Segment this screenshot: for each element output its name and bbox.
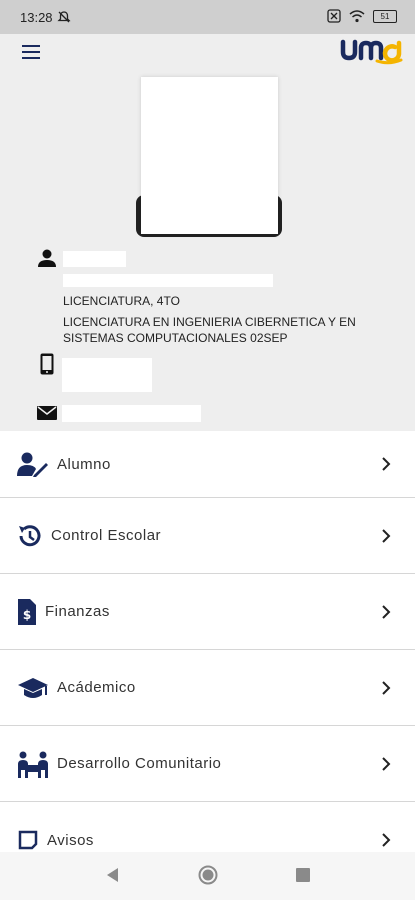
svg-text:$: $ (23, 608, 31, 622)
profile-photo[interactable] (141, 77, 278, 234)
chevron-right-icon (382, 833, 391, 847)
close-box-icon (327, 9, 341, 23)
phone-redacted (62, 358, 152, 392)
menu-label: Acádemico (57, 679, 136, 696)
menu-item-academico[interactable]: Acádemico (0, 650, 415, 726)
menu-item-control-escolar[interactable]: Control Escolar (0, 498, 415, 574)
battery-icon: 51 (373, 9, 397, 23)
student-icon (17, 450, 49, 478)
back-icon[interactable] (104, 866, 120, 884)
wifi-icon (349, 9, 365, 22)
student-id-redacted (63, 274, 273, 287)
status-bar: 13:28 51 (0, 0, 415, 34)
battery-level: 51 (380, 11, 390, 21)
chevron-right-icon (382, 680, 391, 695)
menu-label: Avisos (47, 831, 94, 849)
menu-label: Alumno (57, 455, 111, 473)
history-icon (17, 522, 43, 550)
person-icon (38, 249, 56, 267)
menu-label: Finanzas (45, 603, 110, 620)
menu-item-finanzas[interactable]: $ Finanzas (0, 574, 415, 650)
career-line-1: LICENCIATURA EN INGENIERIA CIBERNETICA Y… (63, 315, 356, 329)
menu-item-alumno[interactable]: Alumno (0, 431, 415, 498)
chevron-right-icon (382, 457, 391, 471)
menu-label: Desarrollo Comunitario (57, 755, 222, 772)
career-line-2: SISTEMAS COMPUTACIONALES 02SEP (63, 331, 288, 345)
chevron-right-icon (382, 756, 391, 771)
program-text: LICENCIATURA, 4TO (63, 294, 180, 308)
email-icon (37, 406, 57, 420)
menu-list: Alumno Control Escolar $ Finanzas Acádem… (0, 431, 415, 878)
status-time: 13:28 (20, 10, 53, 25)
notice-icon (17, 826, 39, 854)
menu-label: Control Escolar (51, 527, 162, 544)
umg-logo (340, 39, 403, 65)
invoice-icon: $ (17, 598, 37, 626)
student-name-redacted (63, 251, 126, 267)
hamburger-icon[interactable] (22, 44, 40, 60)
chevron-right-icon (382, 528, 391, 543)
home-icon[interactable] (198, 865, 218, 885)
mute-icon (57, 11, 71, 23)
phone-icon (40, 353, 54, 375)
recents-icon[interactable] (296, 868, 310, 882)
graduation-cap-icon (17, 674, 49, 702)
chevron-right-icon (382, 604, 391, 619)
email-redacted (62, 405, 201, 422)
people-icon (17, 750, 49, 778)
menu-item-desarrollo-comunitario[interactable]: Desarrollo Comunitario (0, 726, 415, 802)
system-nav-bar (0, 852, 415, 900)
